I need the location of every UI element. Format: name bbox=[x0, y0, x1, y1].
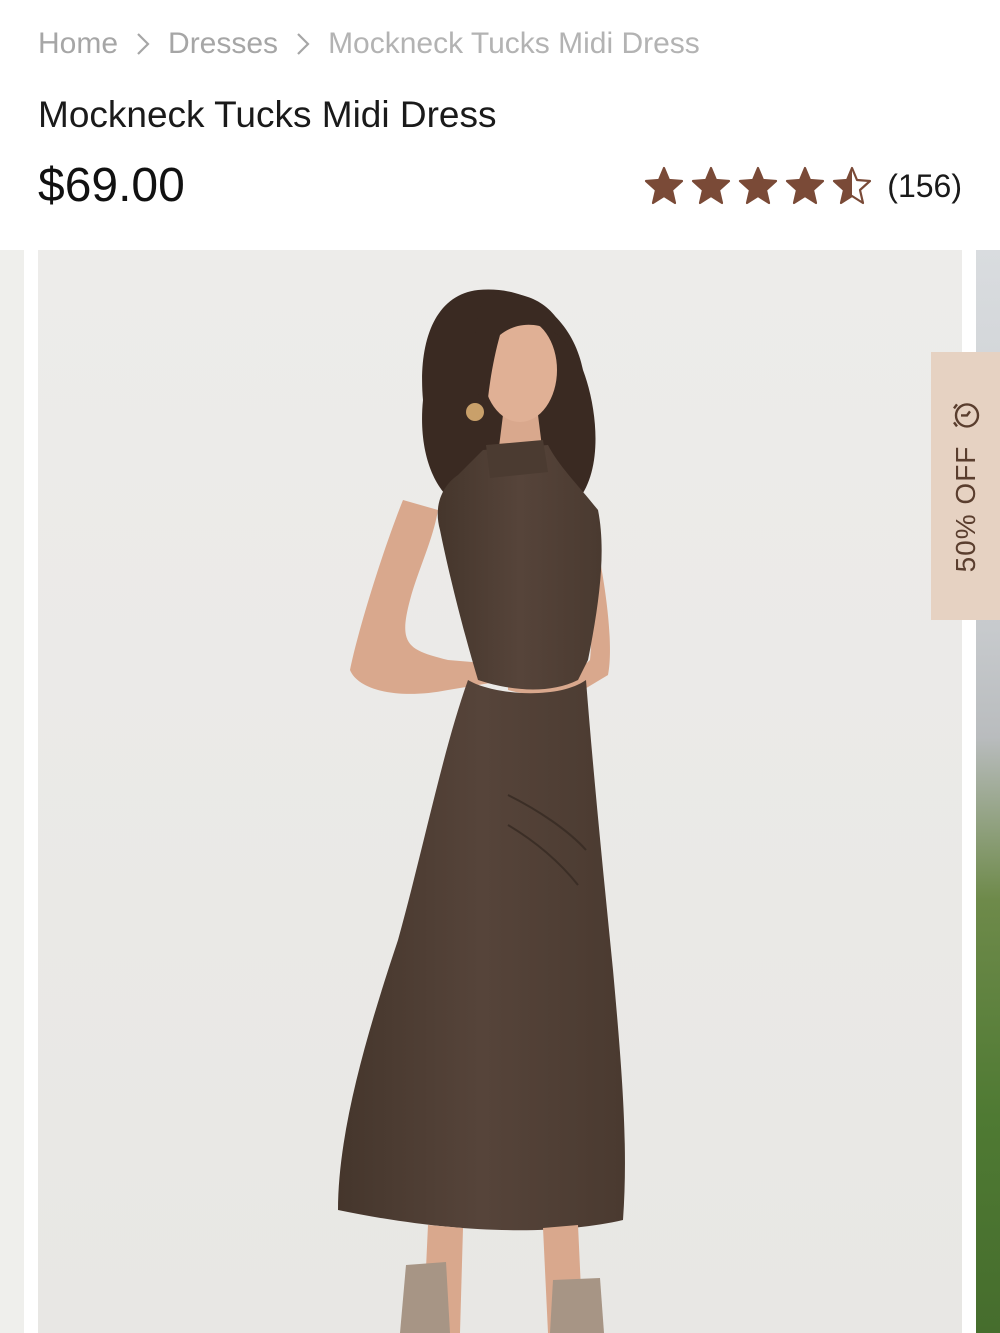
star-icon bbox=[786, 166, 825, 205]
star-icon bbox=[692, 166, 731, 205]
discount-label: 50% OFF bbox=[949, 445, 981, 573]
model-photo bbox=[38, 250, 962, 1333]
product-page: Home Dresses Mockneck Tucks Midi Dress M… bbox=[0, 0, 1000, 1333]
alarm-clock-icon bbox=[950, 400, 982, 432]
star-icon bbox=[645, 166, 684, 205]
product-title: Mockneck Tucks Midi Dress bbox=[38, 94, 497, 135]
breadcrumb-home-link[interactable]: Home bbox=[38, 27, 118, 61]
chevron-right-icon bbox=[278, 22, 328, 66]
product-image[interactable] bbox=[38, 250, 962, 1333]
discount-tab[interactable]: 50% OFF bbox=[931, 352, 1000, 620]
breadcrumb-current: Mockneck Tucks Midi Dress bbox=[328, 27, 700, 60]
breadcrumb: Home Dresses Mockneck Tucks Midi Dress bbox=[38, 22, 700, 66]
product-price: $69.00 bbox=[38, 159, 185, 212]
review-count[interactable]: (156) bbox=[887, 168, 962, 205]
product-rating[interactable]: (156) bbox=[644, 160, 962, 212]
product-image-gallery[interactable] bbox=[0, 250, 1000, 1333]
chevron-right-icon bbox=[118, 22, 168, 66]
star-icon bbox=[739, 166, 778, 205]
rating-stars bbox=[644, 166, 879, 206]
star-icon bbox=[833, 166, 872, 205]
breadcrumb-dresses-link[interactable]: Dresses bbox=[168, 27, 278, 61]
previous-image-slide[interactable] bbox=[0, 250, 24, 1333]
